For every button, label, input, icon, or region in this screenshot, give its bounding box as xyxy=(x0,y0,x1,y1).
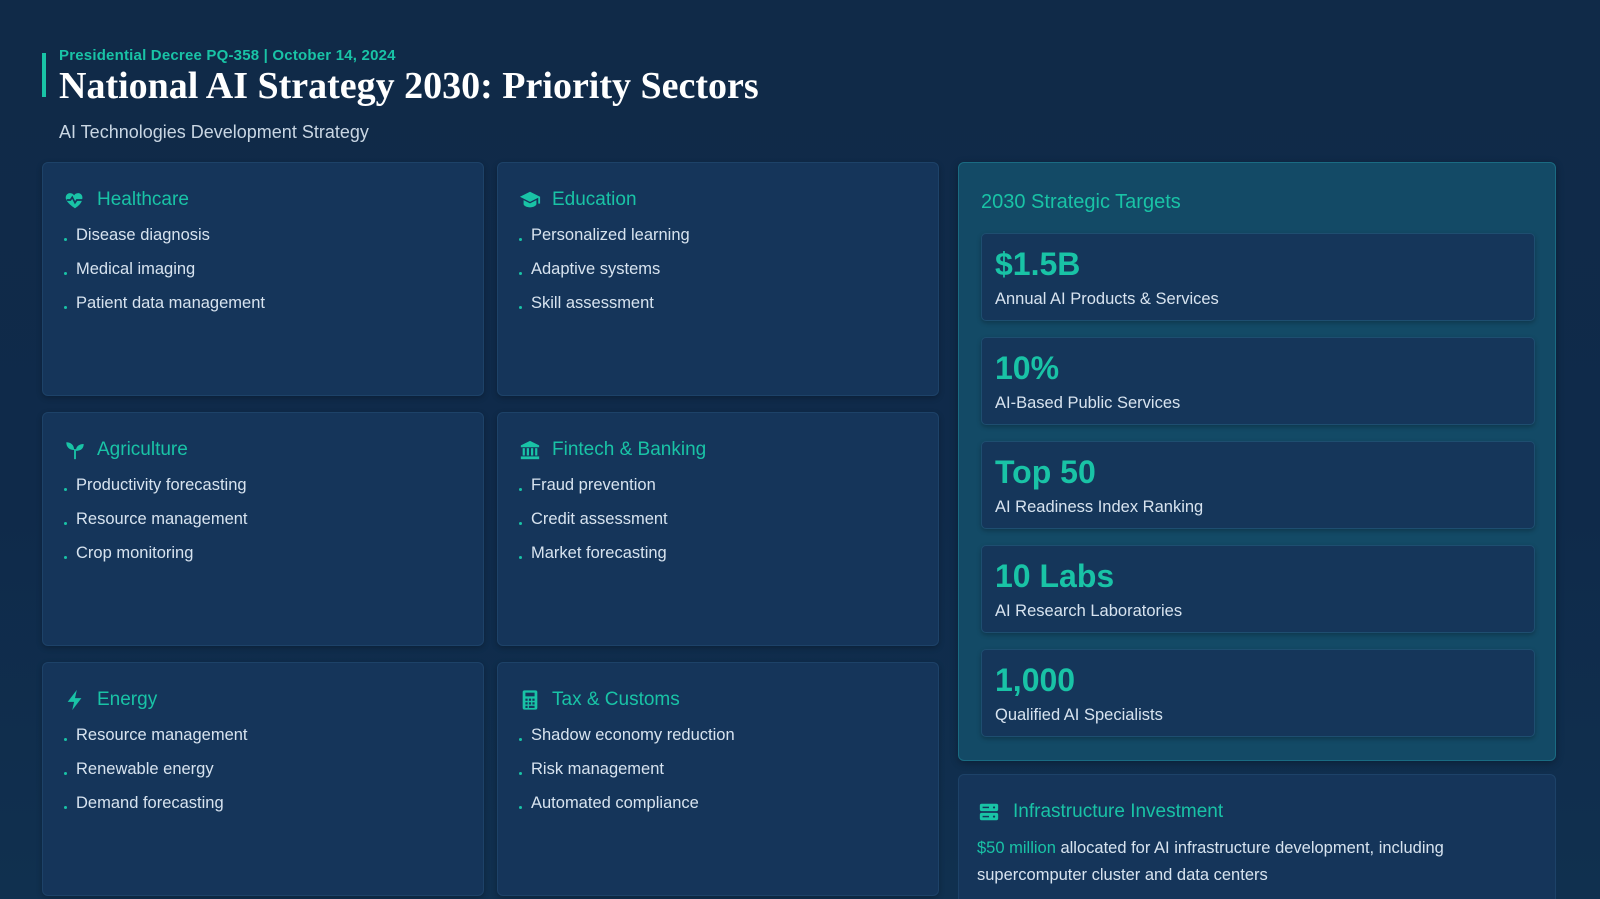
list-item: Personalized learning xyxy=(518,220,938,254)
sector-list: Fraud prevention Credit assessment Marke… xyxy=(518,470,938,572)
title-accent-bar xyxy=(42,53,46,97)
sector-list: Disease diagnosis Medical imaging Patien… xyxy=(63,220,483,322)
list-item: Disease diagnosis xyxy=(63,220,483,254)
target-value: 10% xyxy=(995,350,1060,386)
list-item: Productivity forecasting xyxy=(63,470,483,504)
page-title: National AI Strategy 2030: Priority Sect… xyxy=(59,65,759,107)
targets-title: 2030 Strategic Targets xyxy=(981,191,1181,213)
target-card: 10% AI-Based Public Services xyxy=(981,337,1535,425)
list-item: Crop monitoring xyxy=(63,538,483,572)
sector-card-education: Education Personalized learning Adaptive… xyxy=(497,162,939,396)
target-value: 10 Labs xyxy=(995,558,1115,594)
sector-card-energy: Energy Resource management Renewable ene… xyxy=(42,662,484,896)
sector-list: Productivity forecasting Resource manage… xyxy=(63,470,483,572)
infrastructure-card: Infrastructure Investment $50 million al… xyxy=(958,774,1556,899)
list-item: Credit assessment xyxy=(518,504,938,538)
target-label: Qualified AI Specialists xyxy=(995,706,1163,724)
strategic-targets-panel: 2030 Strategic Targets $1.5B Annual AI P… xyxy=(958,162,1556,761)
sector-card-healthcare: Healthcare Disease diagnosis Medical ima… xyxy=(42,162,484,396)
sector-card-fintech: Fintech & Banking Fraud prevention Credi… xyxy=(497,412,939,646)
list-item: Medical imaging xyxy=(63,254,483,288)
sector-title: Education xyxy=(552,189,637,210)
infrastructure-title: Infrastructure Investment xyxy=(1013,801,1224,822)
list-item: Resource management xyxy=(63,504,483,538)
infrastructure-description: $50 million allocated for AI infrastruct… xyxy=(977,835,1537,889)
target-value: 1,000 xyxy=(995,662,1076,698)
target-label: AI Readiness Index Ranking xyxy=(995,498,1204,516)
list-item: Shadow economy reduction xyxy=(518,720,938,754)
sector-list: Resource management Renewable energy Dem… xyxy=(63,720,483,822)
infrastructure-amount: $50 million xyxy=(977,839,1056,857)
target-card: Top 50 AI Readiness Index Ranking xyxy=(981,441,1535,529)
sector-card-agriculture: Agriculture Productivity forecasting Res… xyxy=(42,412,484,646)
bank-icon xyxy=(518,438,542,462)
list-item: Skill assessment xyxy=(518,288,938,322)
sector-list: Personalized learning Adaptive systems S… xyxy=(518,220,938,322)
sector-title: Healthcare xyxy=(97,189,189,210)
list-item: Patient data management xyxy=(63,288,483,322)
sector-title: Agriculture xyxy=(97,439,188,460)
graduation-cap-icon xyxy=(518,188,542,212)
sector-title: Fintech & Banking xyxy=(552,439,707,460)
calculator-icon xyxy=(518,688,542,712)
seedling-icon xyxy=(63,438,87,462)
sector-card-tax-customs: Tax & Customs Shadow economy reduction R… xyxy=(497,662,939,896)
sector-list: Shadow economy reduction Risk management… xyxy=(518,720,938,822)
list-item: Adaptive systems xyxy=(518,254,938,288)
target-card: $1.5B Annual AI Products & Services xyxy=(981,233,1535,321)
target-value: Top 50 xyxy=(995,454,1096,490)
page-subtitle: AI Technologies Development Strategy xyxy=(59,122,369,142)
list-item: Risk management xyxy=(518,754,938,788)
heart-pulse-icon xyxy=(63,188,87,212)
target-card: 10 Labs AI Research Laboratories xyxy=(981,545,1535,633)
list-item: Automated compliance xyxy=(518,788,938,822)
target-value: $1.5B xyxy=(995,246,1081,282)
list-item: Market forecasting xyxy=(518,538,938,572)
sector-title: Energy xyxy=(97,689,158,710)
target-label: Annual AI Products & Services xyxy=(995,290,1219,308)
server-icon xyxy=(977,800,1001,824)
target-card: 1,000 Qualified AI Specialists xyxy=(981,649,1535,737)
lightning-bolt-icon xyxy=(63,688,87,712)
list-item: Resource management xyxy=(63,720,483,754)
list-item: Fraud prevention xyxy=(518,470,938,504)
list-item: Renewable energy xyxy=(63,754,483,788)
sector-title: Tax & Customs xyxy=(552,689,680,710)
decree-reference: Presidential Decree PQ-358 | October 14,… xyxy=(59,47,396,64)
slide: Presidential Decree PQ-358 | October 14,… xyxy=(0,0,1600,899)
list-item: Demand forecasting xyxy=(63,788,483,822)
target-label: AI-Based Public Services xyxy=(995,394,1181,412)
target-label: AI Research Laboratories xyxy=(995,602,1183,620)
